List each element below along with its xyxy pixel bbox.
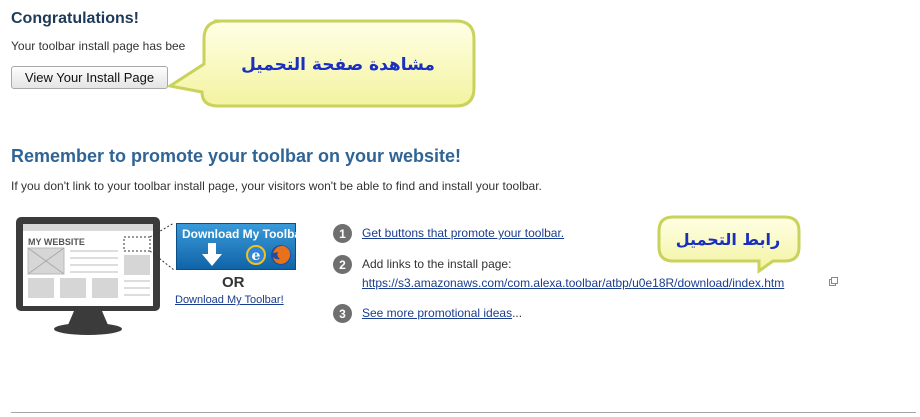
- install-page-url-link[interactable]: https://s3.amazonaws.com/com.alexa.toolb…: [362, 276, 784, 290]
- install-page-callout: مشاهدة صفحة التحميل: [168, 19, 476, 108]
- download-toolbar-button-label: Download My Toolbar!: [182, 227, 310, 241]
- step-2-number: 2: [333, 255, 352, 274]
- see-more-ellipsis: ...: [512, 306, 523, 320]
- firefox-icon: [271, 245, 291, 265]
- download-arrow-icon: [202, 243, 222, 266]
- install-link-callout-text: رابط التحميل: [676, 230, 781, 249]
- svg-text:e: e: [252, 248, 261, 264]
- install-link-callout: رابط التحميل: [657, 215, 801, 274]
- congrats-title: Congratulations!: [11, 10, 139, 27]
- monitor-label: MY WEBSITE: [28, 237, 85, 247]
- or-label: OR: [222, 274, 245, 291]
- external-link-icon[interactable]: [829, 277, 838, 286]
- monitor-illustration: MY WEBSITE: [16, 217, 174, 335]
- download-toolbar-text-link[interactable]: Download My Toolbar!: [175, 294, 284, 306]
- install-page-callout-text: مشاهدة صفحة التحميل: [241, 55, 435, 75]
- step-1-number: 1: [333, 224, 352, 243]
- internet-explorer-icon: e: [246, 245, 266, 265]
- footer-divider: [11, 412, 916, 413]
- step-3-number: 3: [333, 304, 352, 323]
- add-links-label: Add links to the install page:: [362, 257, 512, 271]
- get-buttons-link[interactable]: Get buttons that promote your toolbar.: [362, 226, 564, 240]
- see-more-ideas-link[interactable]: See more promotional ideas: [362, 306, 512, 320]
- promote-heading: Remember to promote your toolbar on your…: [11, 146, 462, 166]
- view-install-page-button[interactable]: View Your Install Page: [11, 66, 168, 89]
- download-toolbar-button[interactable]: Download My Toolbar! e: [176, 223, 310, 270]
- promote-description: If you don't link to your toolbar instal…: [11, 179, 542, 193]
- congrats-message: Your toolbar install page has bee: [11, 39, 186, 53]
